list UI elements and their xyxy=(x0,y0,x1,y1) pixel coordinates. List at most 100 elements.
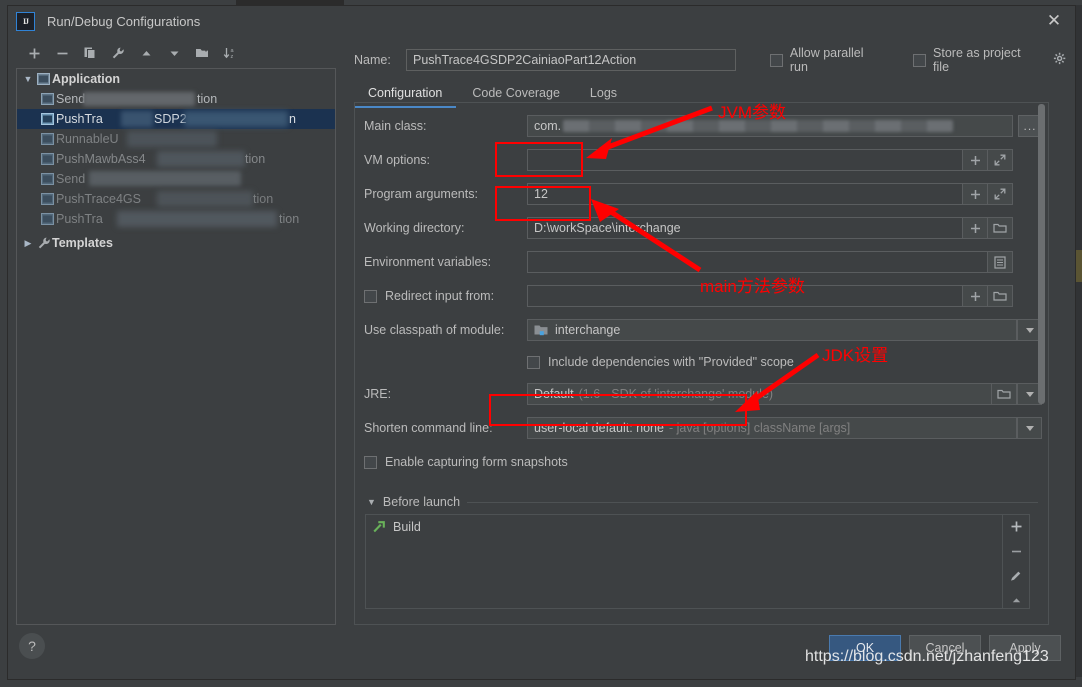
environment-variables-control xyxy=(527,251,1044,273)
run-config-icon xyxy=(39,193,56,205)
list-item[interactable]: PushTrace4GS tion xyxy=(17,189,335,209)
enable-capturing-checkbox[interactable]: Enable capturing form snapshots xyxy=(359,455,568,469)
working-directory-add-macro-button[interactable] xyxy=(963,217,988,239)
vm-options-label: VM options: xyxy=(364,153,431,167)
main-class-control: com. ... xyxy=(527,115,1044,137)
redaction-blur xyxy=(83,92,195,106)
before-launch-divider xyxy=(467,501,1038,503)
redaction-blur xyxy=(127,131,217,147)
checkbox-box xyxy=(364,455,377,469)
classpath-module-row: Use classpath of module: interchange xyxy=(359,307,1044,341)
shorten-command-line-combo[interactable]: user-local default: none - java [options… xyxy=(527,417,1017,439)
jre-browse-button[interactable] xyxy=(992,383,1017,405)
scrollbar-thumb[interactable] xyxy=(1038,104,1045,404)
cancel-button[interactable]: Cancel xyxy=(909,635,981,661)
tree-group-templates[interactable]: ▶ Templates xyxy=(17,233,335,253)
list-item[interactable]: Build xyxy=(366,517,1002,537)
close-icon[interactable]: ✕ xyxy=(1043,10,1065,32)
before-launch-list[interactable]: Build xyxy=(365,514,1003,609)
allow-parallel-run-checkbox[interactable]: Allow parallel run xyxy=(769,46,885,74)
before-launch-add-button[interactable] xyxy=(1005,519,1027,534)
vm-options-control xyxy=(527,149,1044,171)
ok-button[interactable]: OK xyxy=(829,635,901,661)
program-arguments-row: Program arguments: 12 xyxy=(359,171,1044,205)
name-label: Name: xyxy=(354,53,391,67)
run-config-icon xyxy=(39,213,56,225)
dialog-titlebar: IJ Run/Debug Configurations ✕ xyxy=(8,6,1075,36)
include-provided-checkbox[interactable]: Include dependencies with "Provided" sco… xyxy=(527,351,794,373)
before-launch-header[interactable]: ▼ Before launch xyxy=(367,495,1038,509)
environment-variables-label: Environment variables: xyxy=(364,255,492,269)
remove-configuration-button[interactable] xyxy=(50,42,74,64)
program-arguments-control: 12 xyxy=(527,183,1044,205)
copy-configuration-button[interactable] xyxy=(78,42,102,64)
environment-variables-input[interactable] xyxy=(527,251,988,273)
working-directory-input[interactable]: D:\workSpace\interchange xyxy=(527,217,963,239)
store-as-project-file-checkbox[interactable]: Store as project file xyxy=(913,46,1067,74)
classpath-module-combo[interactable]: interchange xyxy=(527,319,1017,341)
program-arguments-input[interactable]: 12 xyxy=(527,183,963,205)
run-config-icon xyxy=(39,173,56,185)
redaction-blur xyxy=(121,111,153,127)
chevron-down-icon[interactable]: ▼ xyxy=(21,74,35,84)
build-hammer-icon xyxy=(372,520,386,534)
list-item[interactable]: Send xyxy=(17,169,335,189)
redirect-input-browse-button[interactable] xyxy=(988,285,1013,307)
main-class-input[interactable]: com. xyxy=(527,115,1013,137)
module-icon xyxy=(534,324,548,337)
program-arguments-expand-button[interactable] xyxy=(988,183,1013,205)
tree-group-application-label: Application xyxy=(52,72,121,86)
working-directory-row: Working directory: D:\workSpace\intercha… xyxy=(359,205,1044,239)
before-launch-move-up-button[interactable] xyxy=(1005,593,1027,608)
dialog-body: a z ▼ Application Send tion PushTra SDP2… xyxy=(8,36,1075,679)
configuration-form-scrollbar[interactable] xyxy=(1036,104,1047,623)
gear-icon[interactable] xyxy=(1053,52,1067,69)
list-item[interactable]: Send tion xyxy=(17,89,335,109)
list-item[interactable]: RunnableU xyxy=(17,129,335,149)
apply-button[interactable]: Apply xyxy=(989,635,1061,661)
redirect-input-add-macro-button[interactable] xyxy=(963,285,988,307)
chevron-down-icon[interactable]: ▼ xyxy=(367,497,376,507)
redirect-input-row: Redirect input from: xyxy=(359,273,1044,307)
before-launch-remove-button[interactable] xyxy=(1005,544,1027,559)
application-folder-icon xyxy=(35,73,52,85)
allow-parallel-run-label: Allow parallel run xyxy=(789,46,864,74)
shorten-command-line-label: Shorten command line: xyxy=(364,421,493,435)
environment-variables-edit-button[interactable] xyxy=(988,251,1013,273)
sort-configurations-button[interactable]: a z xyxy=(218,42,242,64)
main-class-value: com. xyxy=(534,119,562,133)
vm-options-add-macro-button[interactable] xyxy=(963,149,988,171)
move-up-button[interactable] xyxy=(134,42,158,64)
move-down-button[interactable] xyxy=(162,42,186,64)
list-item[interactable]: PushTra tion xyxy=(17,209,335,229)
configurations-tree[interactable]: ▼ Application Send tion PushTra SDP2 n R… xyxy=(16,68,336,625)
list-item-label-suffix: tion xyxy=(197,92,218,106)
working-directory-browse-button[interactable] xyxy=(988,217,1013,239)
name-input[interactable] xyxy=(405,49,736,71)
jre-control: Default (1.6 - SDK of 'interchange' modu… xyxy=(527,383,1044,405)
help-button[interactable]: ? xyxy=(19,633,45,659)
add-configuration-button[interactable] xyxy=(22,42,46,64)
tree-group-application[interactable]: ▼ Application xyxy=(17,69,335,89)
redirect-input-input[interactable] xyxy=(527,285,963,307)
before-launch-edit-button[interactable] xyxy=(1005,569,1027,584)
program-arguments-add-macro-button[interactable] xyxy=(963,183,988,205)
jre-combo-input[interactable]: Default (1.6 - SDK of 'interchange' modu… xyxy=(527,383,992,405)
redirect-input-control xyxy=(527,285,1044,307)
vm-options-input[interactable] xyxy=(527,149,963,171)
list-item-label: PushTra xyxy=(56,212,103,226)
list-item[interactable]: PushMawbAss4 tion xyxy=(17,149,335,169)
new-folder-button[interactable] xyxy=(190,42,214,64)
redaction-blur xyxy=(157,191,253,207)
vm-options-expand-button[interactable] xyxy=(988,149,1013,171)
include-provided-label: Include dependencies with "Provided" sco… xyxy=(548,355,794,369)
list-item-label: Send xyxy=(56,92,86,106)
before-launch-side-toolbar xyxy=(1003,514,1030,609)
redirect-input-checkbox[interactable]: Redirect input from: xyxy=(359,289,527,303)
chevron-right-icon[interactable]: ▶ xyxy=(21,238,35,249)
wrench-icon xyxy=(35,236,52,250)
jre-hint: (1.6 - SDK of 'interchange' module) xyxy=(578,387,774,401)
list-item[interactable]: PushTra SDP2 n xyxy=(17,109,335,129)
edit-templates-button[interactable] xyxy=(106,42,130,64)
run-config-icon xyxy=(39,113,56,125)
